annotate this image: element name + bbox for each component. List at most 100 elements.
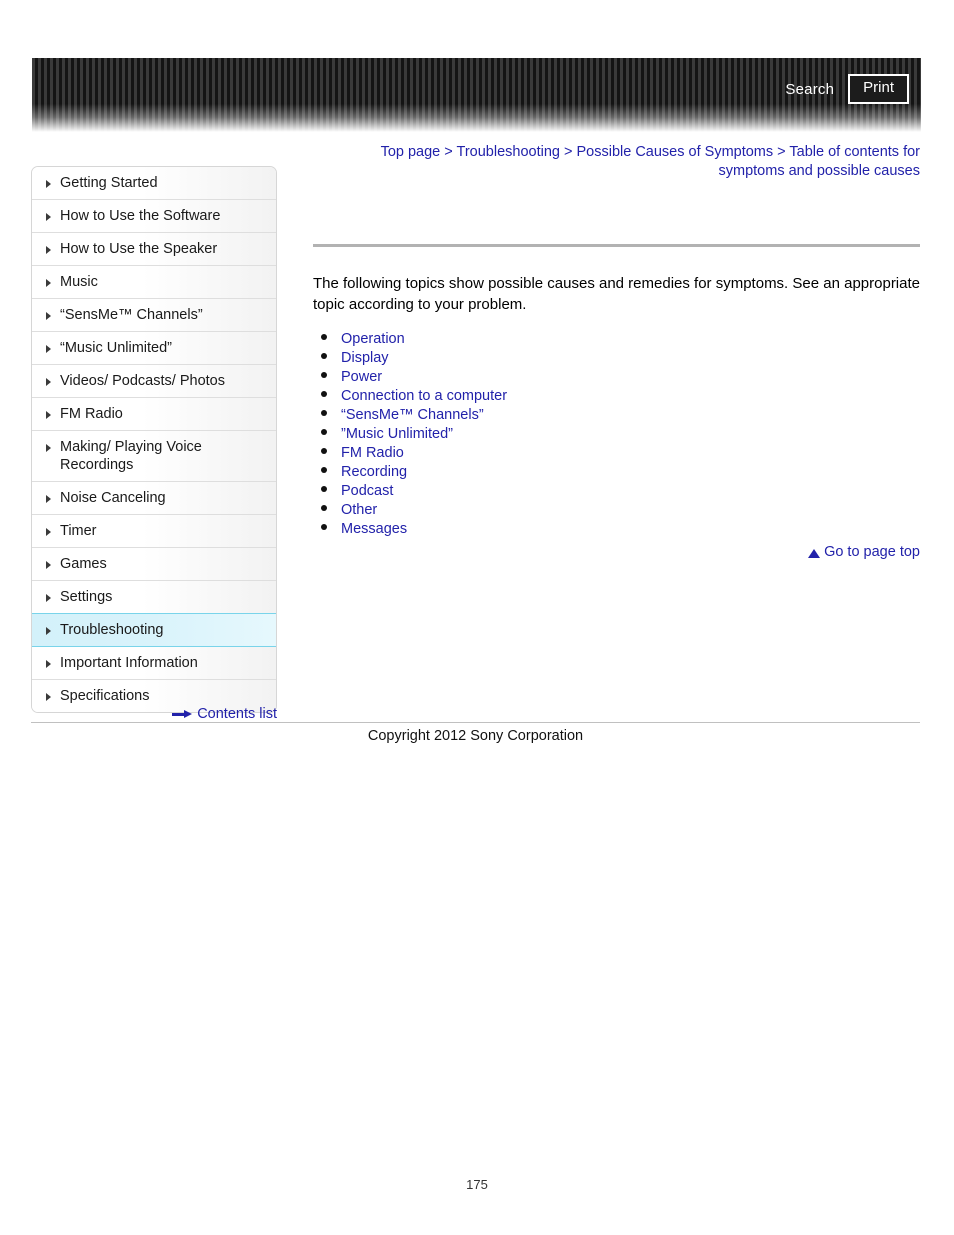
sidebar-item-how-to-use-the-software[interactable]: How to Use the Software bbox=[32, 200, 276, 233]
topic-list-item: Podcast bbox=[321, 482, 920, 501]
sidebar-item-sensme-channels[interactable]: “SensMe™ Channels” bbox=[32, 299, 276, 332]
intro-paragraph: The following topics show possible cause… bbox=[313, 275, 920, 313]
sidebar-item-label: Getting Started bbox=[60, 175, 158, 191]
breadcrumb-item-troubleshooting[interactable]: Troubleshooting bbox=[457, 144, 560, 160]
bullet-icon bbox=[321, 391, 327, 397]
topic-list-item: Recording bbox=[321, 463, 920, 482]
topic-link[interactable]: Display bbox=[341, 349, 389, 368]
bullet-icon bbox=[321, 372, 327, 378]
sidebar-item-games[interactable]: Games bbox=[32, 548, 276, 581]
sidebar-item-label: Specifications bbox=[60, 688, 150, 704]
topic-list-item: Power bbox=[321, 368, 920, 387]
print-button[interactable]: Print bbox=[848, 74, 909, 104]
triangle-right-icon bbox=[46, 279, 51, 287]
breadcrumb-separator: > bbox=[777, 144, 786, 160]
breadcrumb: Top page > Troubleshooting > Possible Ca… bbox=[318, 143, 920, 181]
sidebar-item-label: Troubleshooting bbox=[60, 622, 164, 638]
sidebar-navigation: Getting Started How to Use the Software Ho… bbox=[31, 166, 277, 713]
sidebar-item-label: Music bbox=[60, 274, 98, 290]
topic-list-item: Other bbox=[321, 501, 920, 520]
topic-list-item: Operation bbox=[321, 330, 920, 349]
sidebar-item-label: Noise Canceling bbox=[60, 490, 166, 506]
topic-link[interactable]: Operation bbox=[341, 330, 405, 349]
topic-list-item: Messages bbox=[321, 520, 920, 539]
breadcrumb-item-possible-causes[interactable]: Possible Causes of Symptoms bbox=[577, 144, 774, 160]
footer-divider bbox=[31, 722, 920, 723]
topic-link[interactable]: Messages bbox=[341, 520, 407, 539]
sidebar-item-videos-podcasts-photos[interactable]: Videos/ Podcasts/ Photos bbox=[32, 365, 276, 398]
search-button[interactable]: Search bbox=[785, 81, 834, 98]
sidebar-item-settings[interactable]: Settings bbox=[32, 581, 276, 614]
triangle-right-icon bbox=[46, 345, 51, 353]
triangle-right-icon bbox=[46, 180, 51, 188]
sidebar-item-making-playing-voice-recordings[interactable]: Making/ Playing Voice Recordings bbox=[32, 431, 276, 482]
sidebar-item-getting-started[interactable]: Getting Started bbox=[32, 167, 276, 200]
sidebar-item-troubleshooting[interactable]: Troubleshooting bbox=[32, 613, 276, 647]
go-to-page-top-link[interactable]: Go to page top bbox=[313, 544, 920, 560]
sidebar-item-music[interactable]: Music bbox=[32, 266, 276, 299]
triangle-right-icon bbox=[46, 561, 51, 569]
triangle-right-icon bbox=[46, 444, 51, 452]
sidebar-item-label: Games bbox=[60, 556, 107, 572]
triangle-right-icon bbox=[46, 378, 51, 386]
breadcrumb-separator: > bbox=[564, 144, 573, 160]
triangle-right-icon bbox=[46, 495, 51, 503]
bullet-icon bbox=[321, 524, 327, 530]
triangle-up-icon bbox=[808, 548, 821, 558]
topic-link[interactable]: FM Radio bbox=[341, 444, 404, 463]
breadcrumb-item-top-page[interactable]: Top page bbox=[381, 144, 441, 160]
sidebar-item-label: Important Information bbox=[60, 655, 198, 671]
go-to-page-top-label: Go to page top bbox=[824, 544, 920, 560]
topic-list-item: Connection to a computer bbox=[321, 387, 920, 406]
breadcrumb-separator: > bbox=[444, 144, 453, 160]
sidebar-item-label: Settings bbox=[60, 589, 113, 605]
bullet-icon bbox=[321, 505, 327, 511]
sidebar-item-noise-canceling[interactable]: Noise Canceling bbox=[32, 482, 276, 515]
sidebar-item-timer[interactable]: Timer bbox=[32, 515, 276, 548]
triangle-right-icon bbox=[46, 312, 51, 320]
sidebar-item-label: Timer bbox=[60, 523, 97, 539]
page-number: 175 bbox=[466, 1177, 488, 1192]
sidebar-item-label: Making/ Playing Voice Recordings bbox=[60, 439, 202, 473]
sidebar-item-label: FM Radio bbox=[60, 406, 123, 422]
topic-link[interactable]: Podcast bbox=[341, 482, 393, 501]
sidebar-item-label: Videos/ Podcasts/ Photos bbox=[60, 373, 225, 389]
sidebar-item-label: How to Use the Speaker bbox=[60, 241, 218, 257]
bullet-icon bbox=[321, 410, 327, 416]
sidebar-item-important-information[interactable]: Important Information bbox=[32, 647, 276, 680]
topic-list-item: ”Music Unlimited” bbox=[321, 425, 920, 444]
bullet-icon bbox=[321, 486, 327, 492]
contents-list-link[interactable]: Contents list bbox=[31, 706, 277, 722]
sidebar-item-how-to-use-the-speaker[interactable]: How to Use the Speaker bbox=[32, 233, 276, 266]
topic-link[interactable]: Connection to a computer bbox=[341, 387, 507, 406]
sidebar-item-label: “Music Unlimited” bbox=[60, 340, 172, 356]
triangle-right-icon bbox=[46, 213, 51, 221]
topic-link[interactable]: Other bbox=[341, 501, 377, 520]
bullet-icon bbox=[321, 429, 327, 435]
sidebar-item-music-unlimited[interactable]: “Music Unlimited” bbox=[32, 332, 276, 365]
triangle-right-icon bbox=[46, 693, 51, 701]
bullet-icon bbox=[321, 353, 327, 359]
bullet-icon bbox=[321, 467, 327, 473]
bullet-icon bbox=[321, 448, 327, 454]
topic-link[interactable]: Recording bbox=[341, 463, 407, 482]
triangle-right-icon bbox=[46, 246, 51, 254]
copyright-notice: Copyright 2012 Sony Corporation bbox=[367, 728, 584, 744]
header-actions: Search Print bbox=[785, 74, 921, 104]
bullet-icon bbox=[321, 334, 327, 340]
topic-link[interactable]: “SensMe™ Channels” bbox=[341, 406, 484, 425]
triangle-right-icon bbox=[46, 594, 51, 602]
arrow-right-icon bbox=[172, 709, 193, 719]
topic-link[interactable]: Power bbox=[341, 368, 382, 387]
topic-link[interactable]: ”Music Unlimited” bbox=[341, 425, 453, 444]
topic-list-item: Display bbox=[321, 349, 920, 368]
sidebar-item-label: “SensMe™ Channels” bbox=[60, 307, 203, 323]
contents-list-label: Contents list bbox=[197, 706, 277, 722]
main-content: The following topics show possible cause… bbox=[313, 244, 920, 539]
triangle-right-icon bbox=[46, 528, 51, 536]
sidebar-item-fm-radio[interactable]: FM Radio bbox=[32, 398, 276, 431]
triangle-right-icon bbox=[46, 411, 51, 419]
triangle-right-icon bbox=[46, 627, 51, 635]
header-banner: Search Print bbox=[32, 58, 921, 132]
topic-list-item: FM Radio bbox=[321, 444, 920, 463]
